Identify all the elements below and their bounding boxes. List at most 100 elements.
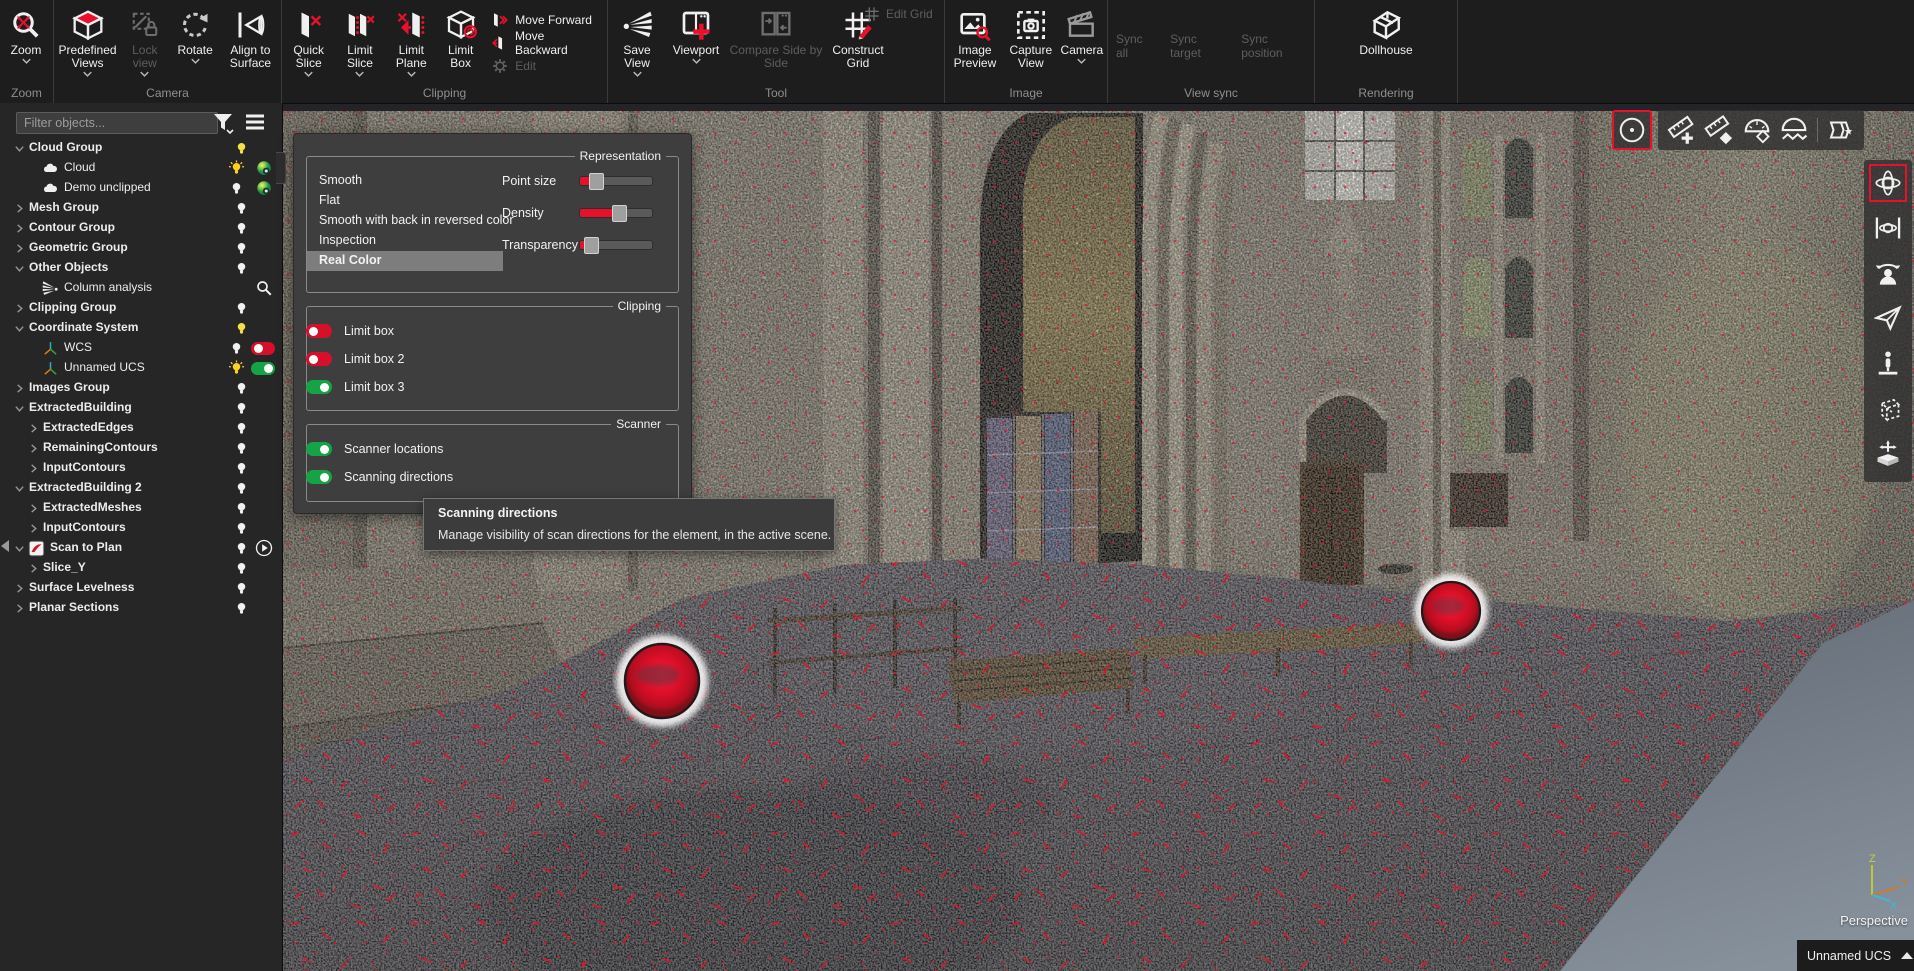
- visibility-bulb-icon[interactable]: [234, 320, 249, 336]
- collapsed-chevron-icon[interactable]: [14, 223, 25, 234]
- turntable-button[interactable]: [1869, 434, 1907, 472]
- walk-mode-button[interactable]: [1869, 344, 1907, 382]
- collapsed-chevron-icon[interactable]: [14, 383, 25, 394]
- tree-row-scan-to-plan[interactable]: Scan to Plan: [0, 538, 276, 558]
- expand-chevron-icon[interactable]: [14, 543, 25, 554]
- tree-row-slice-y[interactable]: Slice_Y: [0, 558, 276, 578]
- visibility-bulb-icon[interactable]: [234, 480, 249, 496]
- point-size-slider[interactable]: [579, 176, 653, 186]
- scanner-location-sphere-2[interactable]: [1414, 574, 1488, 648]
- collapsed-chevron-icon[interactable]: [14, 243, 25, 254]
- expand-chevron-icon[interactable]: [14, 483, 25, 494]
- visibility-bulb-icon[interactable]: [234, 200, 249, 216]
- visibility-bulb-icon[interactable]: [234, 220, 249, 236]
- expand-chevron-icon[interactable]: [14, 263, 25, 274]
- collapsed-chevron-icon[interactable]: [28, 443, 39, 454]
- transparency-slider[interactable]: [579, 240, 653, 250]
- visibility-bulb-icon[interactable]: [234, 300, 249, 316]
- ucs-toggle-on[interactable]: [251, 362, 275, 375]
- visibility-bulb-icon[interactable]: [234, 500, 249, 516]
- tree-row-cloud[interactable]: Cloud: [0, 158, 276, 178]
- ucs-toggle-off[interactable]: [251, 342, 275, 355]
- scanner-locations-toggle[interactable]: [306, 442, 332, 456]
- visibility-bulb-icon[interactable]: [229, 180, 244, 196]
- sync-position-button[interactable]: Sync position: [1233, 32, 1314, 60]
- visibility-bulb-icon[interactable]: [234, 400, 249, 416]
- visibility-bulb-icon[interactable]: [234, 540, 249, 556]
- tree-row-demo-unclipped[interactable]: Demo unclipped: [0, 178, 276, 198]
- limit-box-3-toggle[interactable]: [306, 380, 332, 394]
- tree-row-clipping-group[interactable]: Clipping Group: [0, 298, 276, 318]
- density-slider[interactable]: [579, 208, 653, 218]
- expand-chevron-icon[interactable]: [14, 323, 25, 334]
- tree-row-unnamed-ucs[interactable]: Unnamed UCS: [0, 358, 276, 378]
- angle-profile-icon[interactable]: [1779, 115, 1809, 145]
- tree-row-images-group[interactable]: Images Group: [0, 378, 276, 398]
- tree-row-mesh-group[interactable]: Mesh Group: [0, 198, 276, 218]
- tree-row-remainingcontours[interactable]: RemainingContours: [0, 438, 276, 458]
- visibility-bulb-icon[interactable]: [234, 440, 249, 456]
- zoom-button[interactable]: Zoom: [2, 4, 50, 64]
- visibility-bulb-icon[interactable]: [234, 520, 249, 536]
- fly-mode-button[interactable]: [1869, 299, 1907, 337]
- tree-row-extractedbuilding-2[interactable]: ExtractedBuilding 2: [0, 478, 276, 498]
- play-circle-icon[interactable]: [255, 539, 273, 557]
- tree-row-column-analysis[interactable]: Column analysis: [0, 278, 276, 298]
- examine-cube-button[interactable]: [1869, 389, 1907, 427]
- collapsed-chevron-icon[interactable]: [14, 583, 25, 594]
- angle-protractor-icon[interactable]: [1742, 115, 1772, 145]
- measure-add-icon[interactable]: [1666, 115, 1696, 145]
- tree-row-inputcontours-2[interactable]: InputContours: [0, 518, 276, 538]
- visibility-bulb-icon[interactable]: [234, 600, 249, 616]
- quick-slice-button[interactable]: Quick Slice: [284, 4, 333, 77]
- image-preview-button[interactable]: Image Preview: [947, 4, 1003, 70]
- sync-target-button[interactable]: Sync target: [1162, 32, 1233, 60]
- collapsed-chevron-icon[interactable]: [28, 423, 39, 434]
- look-around-button[interactable]: [1869, 254, 1907, 292]
- save-view-button[interactable]: Save View: [610, 4, 664, 77]
- camera-button[interactable]: Camera: [1059, 4, 1105, 64]
- magnifier-icon[interactable]: [255, 279, 273, 297]
- measure-box-icon[interactable]: [1704, 115, 1734, 145]
- tree-row-contour-group[interactable]: Contour Group: [0, 218, 276, 238]
- filter-funnel-icon[interactable]: [211, 110, 235, 134]
- expand-chevron-icon[interactable]: [14, 143, 25, 154]
- tree-row-wcs[interactable]: WCS: [0, 338, 276, 358]
- collapsed-chevron-icon[interactable]: [28, 563, 39, 574]
- rotation-center-button[interactable]: [1612, 110, 1652, 150]
- visibility-bulb-icon[interactable]: [234, 580, 249, 596]
- rotate-button[interactable]: Rotate: [170, 4, 219, 64]
- tree-row-extractededges[interactable]: ExtractedEdges: [0, 418, 276, 438]
- mode-inspection[interactable]: Inspection: [307, 231, 503, 251]
- edit-grid-button[interactable]: Edit Grid: [858, 3, 939, 25]
- limit-box-toggle[interactable]: [306, 324, 332, 338]
- mode-smooth[interactable]: Smooth: [307, 171, 503, 191]
- tree-row-extractedbuilding[interactable]: ExtractedBuilding: [0, 398, 276, 418]
- compare-side-by-side-button[interactable]: Compare Side by Side: [728, 4, 824, 70]
- tree-row-cloud-group[interactable]: Cloud Group: [0, 138, 276, 158]
- collapsed-chevron-icon[interactable]: [28, 523, 39, 534]
- tree-row-inputcontours[interactable]: InputContours: [0, 458, 276, 478]
- visibility-bulb-icon[interactable]: [234, 560, 249, 576]
- limit-slice-button[interactable]: Limit Slice: [335, 4, 384, 77]
- limit-box-button[interactable]: Limit Box: [438, 4, 483, 70]
- sidebar-collapse-handle[interactable]: [276, 152, 286, 184]
- sync-all-button[interactable]: Sync all: [1108, 32, 1162, 60]
- collapsed-chevron-icon[interactable]: [28, 463, 39, 474]
- collapsed-chevron-icon[interactable]: [14, 203, 25, 214]
- scanning-directions-toggle[interactable]: [306, 470, 332, 484]
- visibility-bulb-icon[interactable]: [229, 340, 244, 356]
- collapsed-chevron-icon[interactable]: [14, 303, 25, 314]
- tree-row-planar-sections[interactable]: Planar Sections: [0, 598, 276, 618]
- limit-plane-button[interactable]: Limit Plane: [387, 4, 436, 77]
- menu-icon[interactable]: [243, 110, 267, 134]
- scanner-location-sphere-1[interactable]: [616, 635, 708, 727]
- visibility-bulb-icon[interactable]: [234, 420, 249, 436]
- tree-row-other-objects[interactable]: Other Objects: [0, 258, 276, 278]
- tree-row-extractedmeshes[interactable]: ExtractedMeshes: [0, 498, 276, 518]
- tree-row-geometric-group[interactable]: Geometric Group: [0, 238, 276, 258]
- visibility-bulb-glow-icon[interactable]: [229, 360, 244, 376]
- mode-smooth-reversed[interactable]: Smooth with back in reversed color: [307, 211, 503, 231]
- visibility-bulb-icon[interactable]: [234, 380, 249, 396]
- mode-real-color[interactable]: Real Color: [307, 251, 503, 271]
